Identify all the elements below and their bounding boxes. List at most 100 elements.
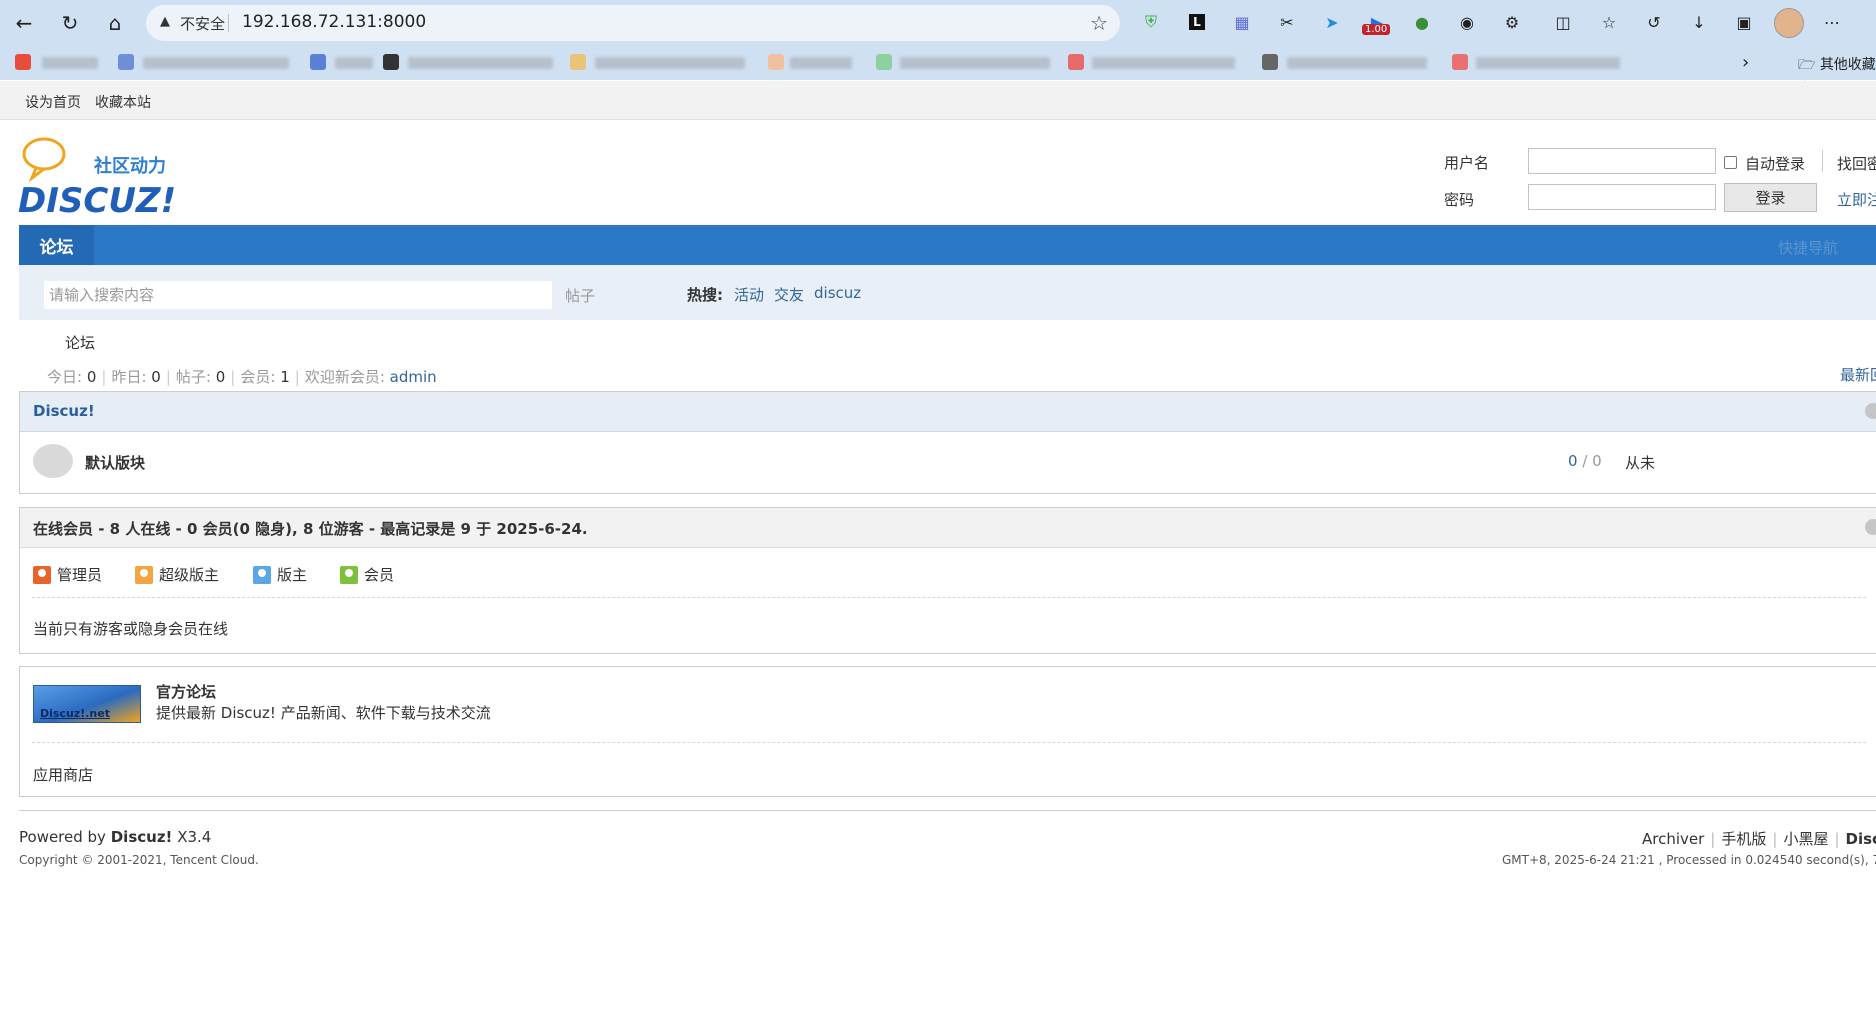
forum-posts: 0	[1592, 452, 1602, 470]
collapse-icon[interactable]	[1865, 519, 1876, 535]
split-screen-icon[interactable]: ◫	[1550, 9, 1576, 35]
bookmark-item[interactable]	[790, 57, 852, 69]
home-icon[interactable]: ⌂	[101, 9, 129, 37]
hot-search-label: 热搜:	[687, 286, 723, 304]
forum-stats: 今日: 0 | 昨日: 0 | 帖子: 0 | 会员: 1 | 欢迎新会员: admin	[47, 368, 437, 386]
bookmark-site-link[interactable]: 收藏本站	[95, 92, 151, 112]
blacklist-link[interactable]: 小黑屋	[1783, 830, 1828, 848]
newest-member-link[interactable]: admin	[390, 368, 437, 386]
back-icon[interactable]: ←	[10, 9, 38, 37]
puzzle-icon[interactable]: ⚙	[1499, 9, 1525, 35]
bookmark-icon[interactable]	[768, 54, 784, 70]
bookmark-icon[interactable]	[1452, 54, 1468, 70]
forum-name-link[interactable]: 默认版块	[85, 452, 145, 473]
bookmark-icon[interactable]	[876, 54, 892, 70]
globe-extension-icon[interactable]: ●	[1409, 9, 1435, 35]
bookmark-icon[interactable]	[383, 54, 399, 70]
reload-icon[interactable]: ↻	[56, 9, 84, 37]
history-icon[interactable]: ↺	[1641, 9, 1667, 35]
nav-tab-forum[interactable]: 论坛	[19, 225, 94, 265]
divider	[32, 742, 1866, 743]
bookmark-item[interactable]	[335, 57, 373, 69]
screenshot-icon[interactable]: ▣	[1731, 9, 1757, 35]
bookmark-item[interactable]	[143, 57, 289, 69]
bookmark-item[interactable]	[1287, 57, 1427, 69]
browser-toolbar: ← ↻ ⌂ ▲ 不安全 192.168.72.131:8000 ☆ ⛨ L ▦ …	[0, 0, 1876, 45]
translate-extension-icon[interactable]: ▦	[1229, 9, 1255, 35]
password-label: 密码	[1444, 191, 1475, 209]
moderator-icon	[253, 565, 271, 584]
url-text[interactable]: 192.168.72.131:8000	[242, 12, 426, 32]
more-icon[interactable]: ⋯	[1819, 9, 1845, 35]
chevron-right-icon[interactable]: ›	[1742, 52, 1749, 73]
scissors-extension-icon[interactable]: ✂	[1274, 9, 1300, 35]
bookmark-item[interactable]	[408, 57, 553, 69]
bookmark-icon[interactable]	[1262, 54, 1278, 70]
legend-super-moderator: 超级版主	[135, 564, 219, 585]
address-separator	[228, 14, 229, 32]
stat-posts-label: 帖子:	[175, 368, 211, 386]
server-info: GMT+8, 2025-6-24 21:21 , Processed in 0.…	[1502, 853, 1876, 867]
shield-extension-icon[interactable]: ⛨	[1138, 9, 1164, 35]
find-password-link[interactable]: 找回密码	[1837, 153, 1876, 174]
official-forum-link[interactable]: 官方论坛	[156, 681, 216, 702]
profile-avatar[interactable]	[1774, 8, 1804, 38]
category-title[interactable]: Discuz!	[33, 402, 95, 420]
favorite-star-icon[interactable]: ☆	[1090, 11, 1108, 35]
bookmarks-bar: › 🗁 其他收藏夹	[0, 46, 1876, 97]
site-topbar: 设为首页 收藏本站	[0, 81, 1876, 120]
insecure-label[interactable]: 不安全	[180, 13, 225, 34]
l-extension-icon[interactable]: L	[1184, 9, 1210, 35]
bookmark-icon[interactable]	[570, 54, 586, 70]
bookmark-item[interactable]	[42, 57, 98, 69]
search-bar: 请输入搜索内容 帖子 热搜: 活动 交友 discuz	[19, 265, 1876, 320]
username-label: 用户名	[1444, 154, 1490, 172]
legend-label: 会员	[364, 566, 395, 584]
stat-posts-value: 0	[215, 368, 226, 386]
download-icon[interactable]: ↓	[1686, 9, 1712, 35]
warning-icon[interactable]: ▲	[160, 14, 170, 29]
search-type-select[interactable]: 帖子	[565, 285, 595, 306]
send-extension-icon[interactable]: ➤	[1319, 9, 1345, 35]
bookmark-item[interactable]	[1092, 57, 1235, 69]
quick-nav-link[interactable]: 快捷导航	[1778, 237, 1876, 258]
bookmark-item[interactable]	[900, 57, 1050, 69]
auto-login-label[interactable]: 自动登录	[1745, 153, 1805, 174]
bookmark-icon[interactable]	[15, 54, 31, 70]
glasses-extension-icon[interactable]: ◉	[1454, 9, 1480, 35]
set-homepage-link[interactable]: 设为首页	[25, 92, 81, 112]
latest-replies-link[interactable]: 最新回复	[1840, 364, 1876, 385]
divider	[32, 597, 1866, 598]
username-input[interactable]	[1528, 148, 1716, 174]
discuz-logo[interactable]: 社区动力 DISCUZ!	[18, 134, 184, 216]
register-link[interactable]: 立即注册	[1837, 189, 1876, 210]
archiver-link[interactable]: Archiver	[1642, 830, 1704, 848]
mobile-link[interactable]: 手机版	[1721, 830, 1766, 848]
discuz-footer-link[interactable]: Discuz!	[1846, 830, 1876, 848]
breadcrumb[interactable]: 论坛	[65, 332, 95, 353]
app-store-link[interactable]: 应用商店	[33, 764, 93, 785]
hot-term-link[interactable]: 活动	[734, 284, 764, 305]
hot-term-link[interactable]: discuz	[814, 284, 861, 302]
stat-yesterday-label: 昨日:	[111, 368, 147, 386]
bookmark-item[interactable]	[595, 57, 745, 69]
collapse-icon[interactable]	[1865, 403, 1876, 419]
hot-term-link[interactable]: 交友	[774, 284, 804, 305]
powered-brand-link[interactable]: Discuz!	[111, 828, 173, 846]
logo-slogan: 社区动力	[94, 155, 166, 177]
bookmark-item[interactable]	[1476, 57, 1620, 69]
auto-login-checkbox[interactable]	[1724, 156, 1737, 169]
discuz-net-logo[interactable]: Discuz!.net	[33, 685, 141, 723]
password-input[interactable]	[1528, 184, 1716, 210]
bookmark-icon[interactable]	[1068, 54, 1084, 70]
search-input[interactable]: 请输入搜索内容	[44, 281, 552, 309]
discuz-net-logo-text: Discuz!.net	[40, 707, 110, 720]
bookmark-icon[interactable]	[118, 54, 134, 70]
links-box: Discuz!.net 官方论坛 提供最新 Discuz! 产品新闻、软件下载与…	[19, 666, 1876, 797]
login-button[interactable]: 登录	[1724, 183, 1817, 212]
favorites-icon[interactable]: ☆	[1596, 9, 1622, 35]
address-bar[interactable]: ▲ 不安全 192.168.72.131:8000 ☆	[146, 5, 1120, 41]
online-title[interactable]: 在线会员 - 8 人在线 - 0 会员(0 隐身), 8 位游客 - 最高记录是…	[33, 518, 588, 539]
member-icon	[340, 565, 358, 584]
bookmark-icon[interactable]	[310, 54, 326, 70]
